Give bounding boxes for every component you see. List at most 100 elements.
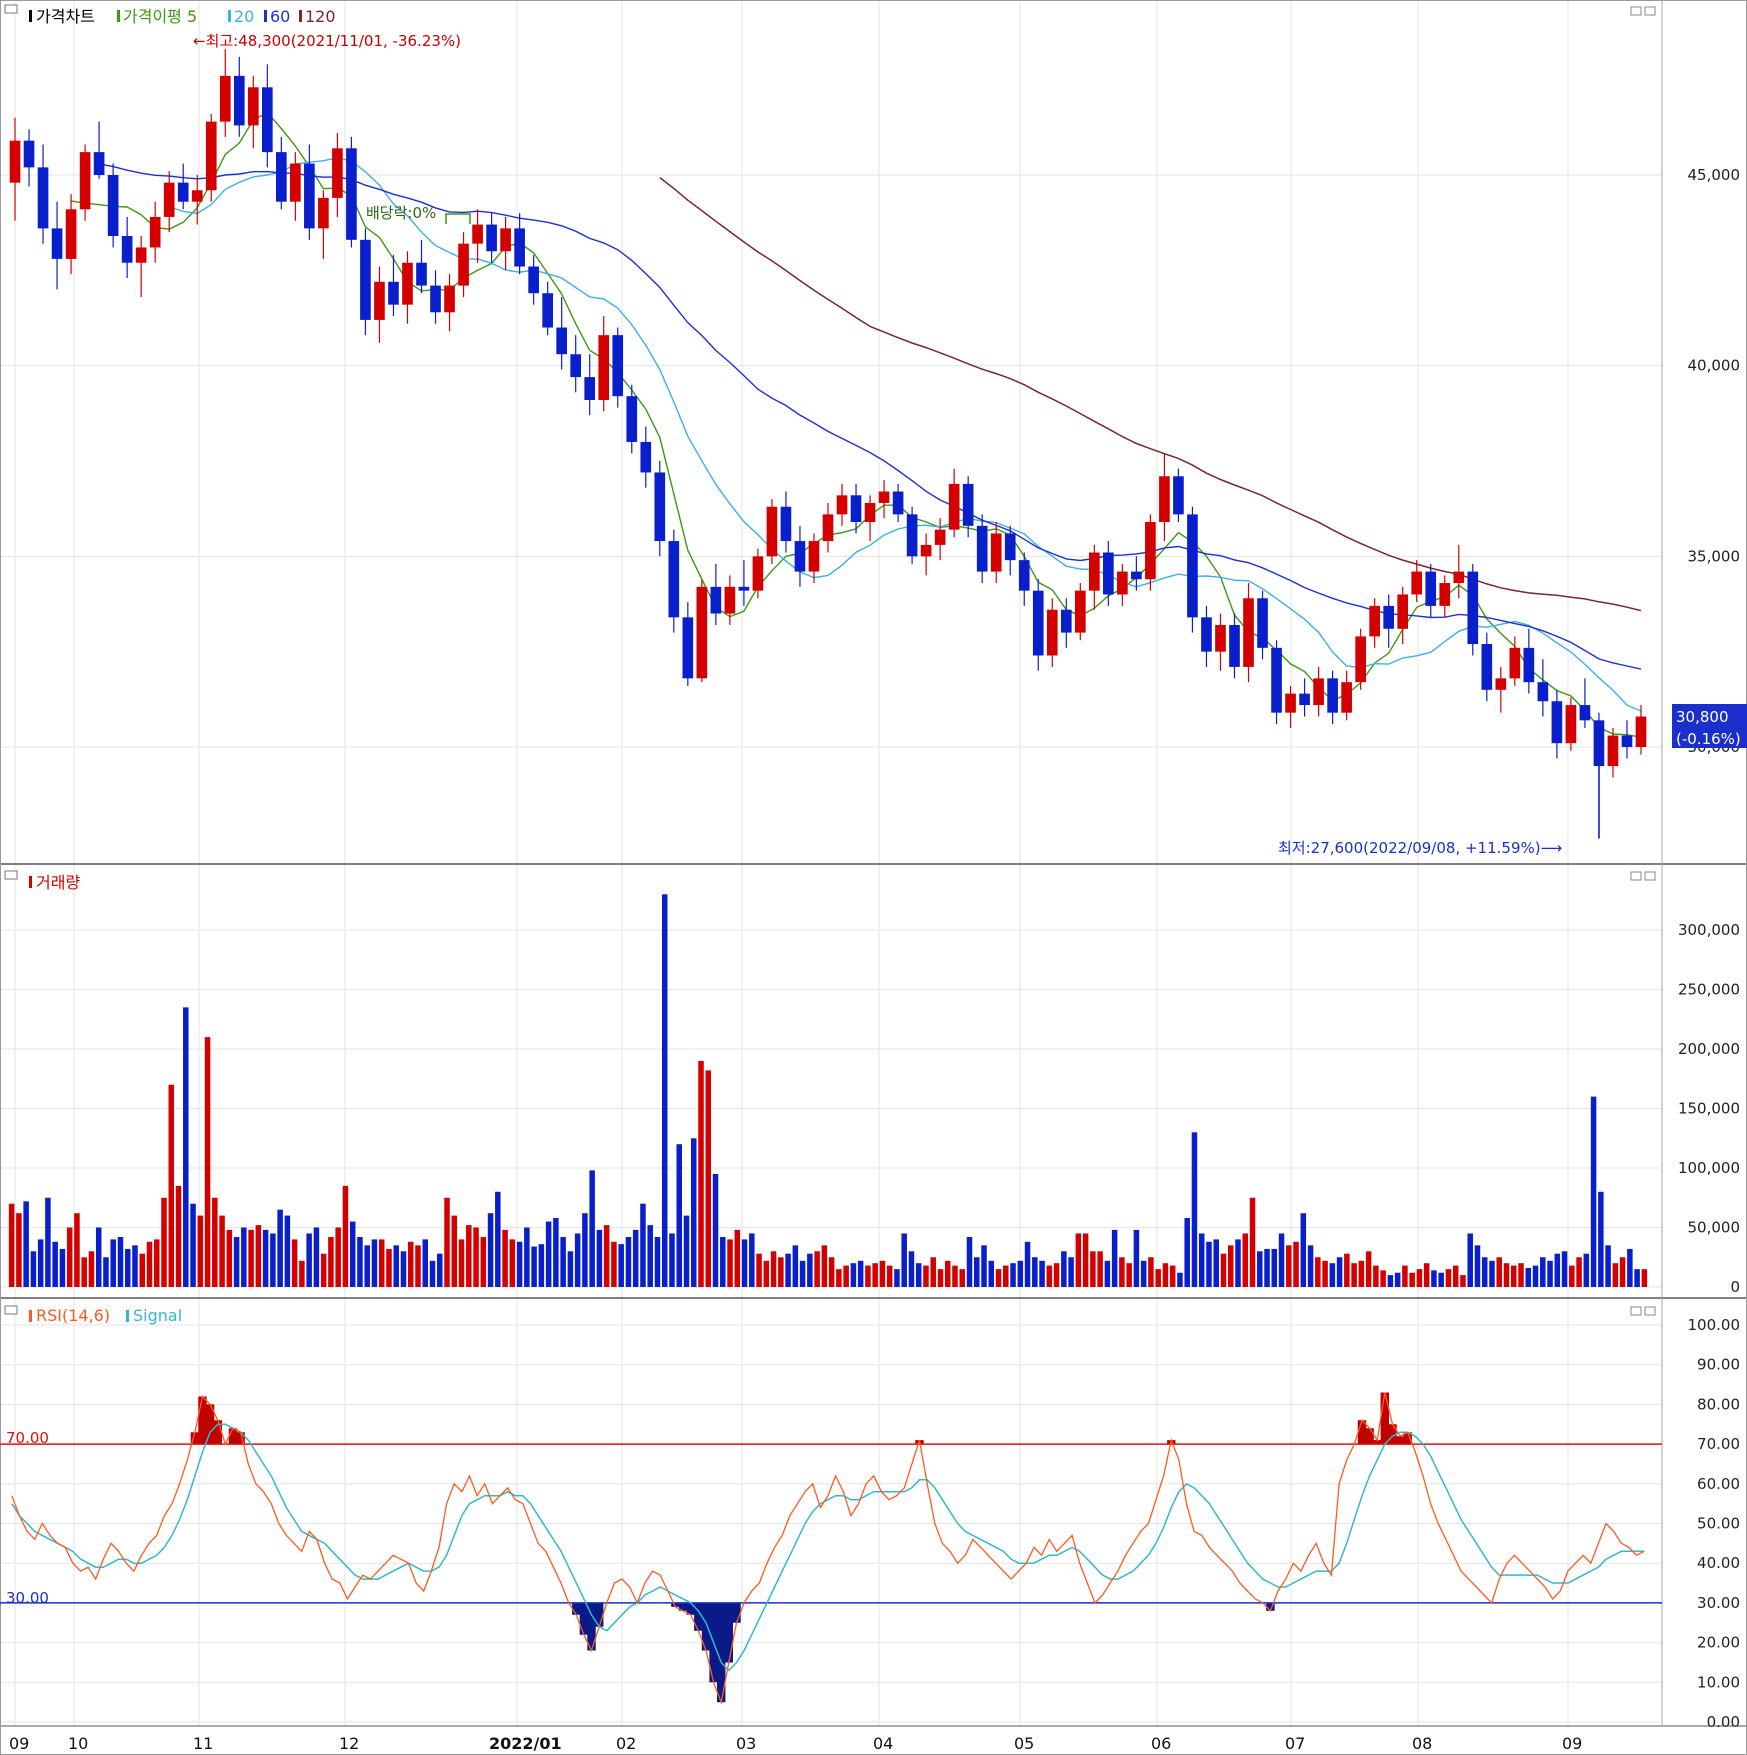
candle-body [1481,644,1493,690]
candle-body [416,262,427,286]
candle-body [1032,590,1044,656]
volume-bar [524,1227,530,1287]
volume-bar [241,1227,247,1287]
volume-panel-controls [1630,871,1656,881]
volume-bar [487,1213,494,1287]
high-annotation: ←최고:48,300(2021/11/01, -36.23%) [193,32,461,50]
candle-body [1187,514,1198,618]
volume-bar [509,1239,516,1287]
low-annotation: 최저:27,600(2022/09/08, +11.59%)⟶ [1278,839,1562,857]
volume-bar [807,1253,813,1287]
volume-bar [1191,1132,1198,1287]
volume-bar [1249,1197,1256,1287]
volume-bar [1394,1272,1401,1287]
volume-bar [720,1237,726,1287]
volume-bar [204,1037,211,1287]
volume-bar [821,1245,828,1287]
minimize-icon[interactable] [1630,6,1642,16]
volume-bar [255,1225,262,1287]
volume-bar [886,1265,893,1287]
volume-bar [124,1248,131,1287]
volume-bar [1467,1233,1473,1287]
volume-bar [371,1239,378,1287]
candle-body [1229,624,1240,667]
close-icon[interactable] [1644,871,1656,881]
volume-y-tick-label: 0 [1730,1278,1740,1296]
volume-bar [814,1251,820,1287]
volume-bar [1496,1257,1502,1287]
volume-bar [1510,1265,1517,1287]
candle-body [261,87,273,153]
candle-body [598,335,610,400]
candle-body [1271,647,1282,713]
candle-body [205,121,217,191]
candle-body [51,228,63,259]
volume-bar [357,1237,363,1287]
volume-bar [52,1241,58,1287]
close-icon[interactable] [1644,1306,1656,1316]
volume-bar [1061,1251,1067,1287]
volume-bar [778,1257,784,1287]
candle-body [1257,598,1268,648]
candle-body [346,148,357,240]
volume-bar [1641,1269,1648,1287]
candle-body [1635,716,1647,747]
candle-body [1145,522,1156,580]
candle-body [1159,476,1170,523]
volume-bar [400,1251,407,1287]
volume-bar [1431,1270,1437,1287]
candle-body [780,506,792,542]
x-tick-label: 10 [68,1734,88,1753]
legend-ma60: 60 [270,7,290,26]
volume-bar [386,1248,392,1287]
candle-body [1467,571,1479,645]
volume-bar [908,1251,915,1287]
volume-bar [1090,1251,1096,1287]
volume-bar [865,1265,871,1287]
current-price: 30,800 [1676,708,1729,726]
volume-bar [1619,1257,1626,1287]
candle-body [163,182,175,217]
volume-bar [676,1144,682,1287]
volume-bar [1351,1263,1357,1287]
minimize-icon[interactable] [1630,871,1642,881]
legend-collapse-icon[interactable] [4,4,18,14]
volume-bar [226,1229,233,1287]
volume-bars [8,894,1648,1287]
volume-bar [422,1239,429,1287]
legend-marker-signal [126,1310,129,1322]
candle-body [107,175,119,237]
volume-bar [763,1260,770,1287]
minimize-icon[interactable] [1630,1306,1642,1316]
volume-bar [1540,1257,1546,1287]
rsi-lines [0,1392,1662,1705]
volume-bar [1097,1251,1103,1287]
candle-body [290,163,301,202]
volume-bar [1627,1248,1633,1287]
volume-bar [705,1070,712,1287]
volume-bar [952,1265,958,1287]
volume-bar [879,1260,886,1287]
volume-bar [88,1251,95,1287]
volume-bar [872,1263,878,1287]
candle-body [752,556,764,591]
volume-bar [1554,1253,1561,1287]
volume-bar [16,1213,22,1287]
volume-bar [1445,1269,1452,1287]
volume-bar [1075,1233,1082,1287]
candle-body [570,354,582,378]
volume-bar [1583,1253,1590,1287]
candle-body [682,617,694,679]
legend-collapse-icon[interactable] [4,1305,18,1315]
volume-bar [654,1237,661,1287]
volume-bar [785,1253,791,1287]
volume-y-tick-label: 300,000 [1678,921,1740,939]
volume-bar [1235,1239,1241,1287]
rsi-y-tick-label: 80.00 [1697,1395,1740,1413]
close-icon[interactable] [1644,6,1656,16]
candle-body [962,483,974,526]
legend-collapse-icon[interactable] [4,870,18,880]
candle-body [1018,560,1030,591]
volume-bar [974,1257,980,1287]
legend-marker-rsi [29,1310,32,1322]
